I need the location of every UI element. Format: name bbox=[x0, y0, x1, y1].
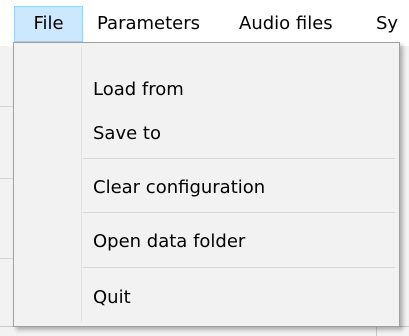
menu-item-quit[interactable]: Quit bbox=[16, 281, 397, 315]
menu-item-open-data-folder[interactable]: Open data folder bbox=[16, 225, 397, 259]
menu-separator bbox=[83, 212, 395, 213]
menu-item-save-to[interactable]: Save to bbox=[16, 117, 397, 151]
background-panel-line bbox=[0, 258, 13, 259]
background-panel-line bbox=[0, 178, 13, 179]
menu-item-load-from[interactable]: Load from bbox=[16, 73, 397, 107]
menu-item-label: Save to bbox=[93, 123, 161, 144]
menu-separator bbox=[83, 158, 395, 159]
menu-item-label: Open data folder bbox=[93, 231, 246, 252]
menu-item-label: Clear configuration bbox=[93, 177, 266, 198]
menu-file[interactable]: File bbox=[14, 6, 83, 42]
file-dropdown-menu: Load from Save to Clear configuration Op… bbox=[13, 42, 400, 327]
menu-parameters[interactable]: Parameters bbox=[97, 6, 200, 42]
menu-bar: File Parameters Audio files Sy bbox=[0, 0, 409, 46]
menu-item-clear-configuration[interactable]: Clear configuration bbox=[16, 171, 397, 205]
menu-audio-files[interactable]: Audio files bbox=[239, 6, 333, 42]
menu-item-label: Quit bbox=[93, 287, 131, 308]
menu-separator bbox=[83, 267, 395, 268]
background-panel-divider bbox=[376, 326, 377, 336]
menu-item-label: Load from bbox=[93, 79, 184, 100]
menu-system-truncated[interactable]: Sy bbox=[376, 6, 398, 42]
background-panel-line bbox=[0, 106, 13, 107]
